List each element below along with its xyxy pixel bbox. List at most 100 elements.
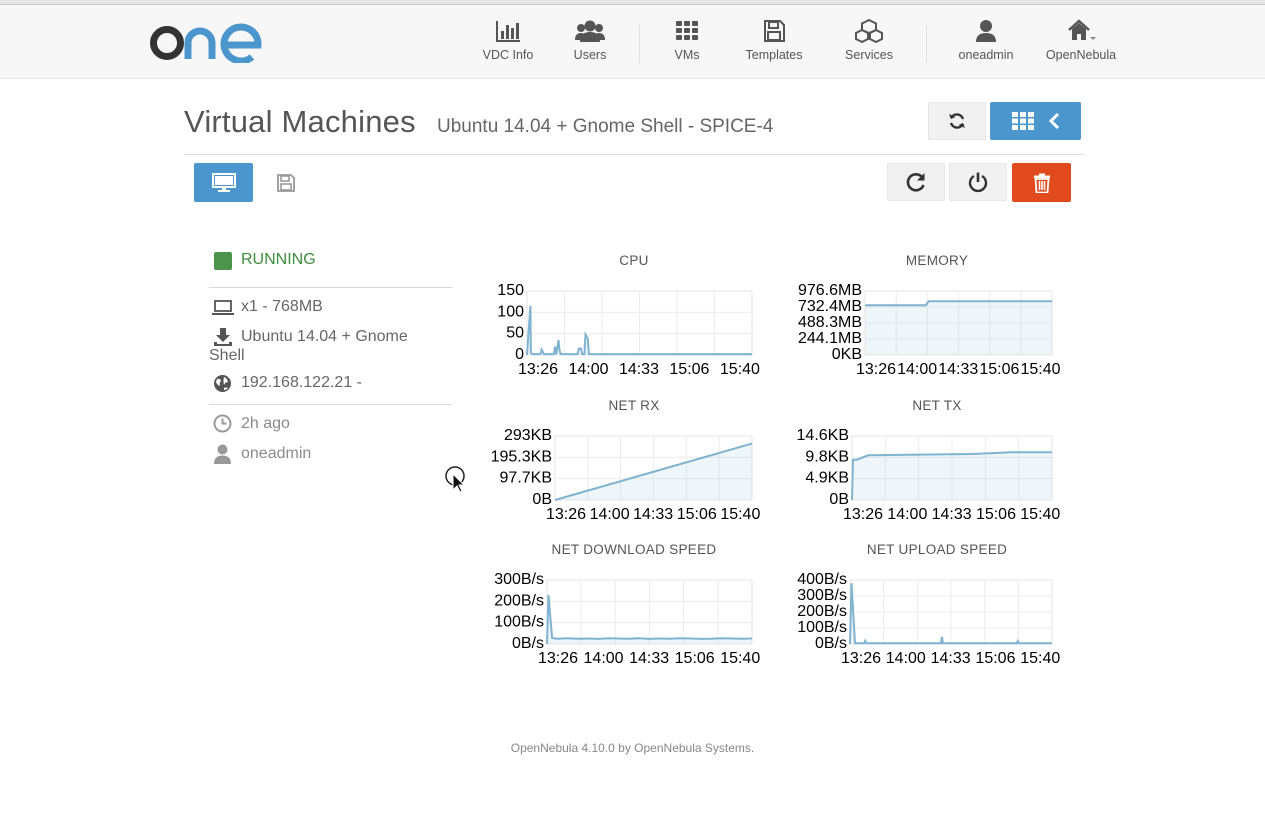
- y-tick-label: 400B/s: [797, 571, 847, 588]
- bar-chart-icon: [478, 19, 538, 43]
- reboot-button[interactable]: [887, 163, 945, 201]
- opennebula-logo[interactable]: [150, 19, 264, 63]
- chart-title-net-rx: NET RX: [608, 398, 660, 413]
- y-tick-label: 488.3MB: [798, 314, 862, 331]
- net-rx-chart: 293KB195.3KB97.7KB0B13:26 14:00 14:33 15:06…: [491, 427, 761, 523]
- cpu-chart: 15010050013:26 14:00 14:33 15:06 15:40: [497, 282, 760, 378]
- x-tick-label: 15:06: [979, 361, 1019, 378]
- cubes-icon: [842, 19, 896, 43]
- x-tick-label: 14:33: [629, 650, 669, 667]
- info-divider: [209, 404, 453, 405]
- series-area: [852, 452, 1052, 500]
- x-tick-label: 15:06: [669, 361, 709, 378]
- floppy-icon: [277, 174, 295, 192]
- x-tick-label: 15:40: [1020, 506, 1060, 523]
- x-tick-label: 13:26: [538, 650, 578, 667]
- y-tick-label: 150: [497, 282, 524, 299]
- y-tick-label: 9.8KB: [805, 448, 849, 465]
- console-button[interactable]: [194, 163, 253, 202]
- y-tick-label: 300B/s: [494, 571, 544, 588]
- vm-capacity: x1 - 768MB: [241, 298, 323, 315]
- y-tick-label: 195.3KB: [491, 448, 552, 465]
- home-icon: [1043, 19, 1119, 43]
- x-tick-label: 13:26: [856, 361, 896, 378]
- y-tick-label: 244.1MB: [798, 330, 862, 347]
- power-icon: [968, 172, 988, 193]
- x-tick-label: 15:40: [1020, 650, 1060, 667]
- y-tick-label: 50: [506, 325, 524, 342]
- vm-image-line2: Shell: [209, 347, 245, 364]
- y-tick-label: 100B/s: [797, 619, 847, 636]
- nav-label: Services: [845, 48, 893, 62]
- x-tick-label: 14:00: [584, 650, 624, 667]
- back-to-list-button[interactable]: [990, 102, 1081, 140]
- y-tick-label: 14.6KB: [797, 427, 849, 444]
- x-tick-label: 15:06: [976, 506, 1016, 523]
- y-tick-label: 100B/s: [494, 614, 544, 631]
- x-tick-label: 15:40: [720, 361, 760, 378]
- x-tick-label: 14:33: [932, 506, 972, 523]
- x-tick-label: 14:33: [938, 361, 978, 378]
- y-tick-label: 200B/s: [797, 603, 847, 620]
- nav-user-menu[interactable]: oneadmin: [953, 19, 1019, 69]
- delete-button[interactable]: [1012, 163, 1071, 202]
- chart-grid: [526, 290, 753, 356]
- vm-ip: 192.168.122.21 -: [241, 374, 362, 391]
- user-icon: [214, 444, 231, 464]
- nav-label: oneadmin: [958, 48, 1014, 62]
- x-tick-label: 15:40: [720, 650, 760, 667]
- nav-label: OpenNebula: [1045, 48, 1117, 62]
- nav-zone-menu[interactable]: OpenNebula: [1043, 19, 1119, 69]
- y-tick-label: 100: [497, 303, 524, 320]
- grid-icon: [667, 19, 707, 43]
- nav-label: VDC Info: [482, 48, 534, 62]
- x-tick-label: 14:00: [886, 650, 926, 667]
- net-upload-chart: 400B/s300B/s200B/s100B/s0B/s13:26 14:00 14…: [797, 571, 1060, 667]
- page-title: Virtual Machines: [184, 104, 416, 139]
- nav-label: VMs: [674, 48, 700, 62]
- monitor-icon: [211, 172, 236, 192]
- nav-templates[interactable]: Templates: [742, 19, 806, 69]
- x-tick-label: 14:00: [887, 506, 927, 523]
- power-button[interactable]: [949, 163, 1007, 201]
- globe-icon: [214, 375, 231, 392]
- x-tick-label: 13:26: [843, 506, 883, 523]
- y-tick-label: 732.4MB: [798, 298, 862, 315]
- chart-title-net-upload: NET UPLOAD SPEED: [866, 542, 1008, 557]
- x-tick-label: 13:26: [546, 506, 586, 523]
- x-tick-label: 13:26: [841, 650, 881, 667]
- x-tick-label: 15:06: [975, 650, 1015, 667]
- x-tick-label: 15:06: [677, 506, 717, 523]
- net-download-chart: 300B/s200B/s100B/s0B/s13:26 14:00 14:33 15:…: [494, 571, 760, 667]
- y-tick-label: 976.6MB: [798, 282, 862, 299]
- nav-services[interactable]: Services: [842, 19, 896, 69]
- x-tick-label: 13:26: [518, 361, 558, 378]
- top-navbar: VDC Info Users VMs Templates Services on…: [0, 5, 1265, 79]
- mouse-cursor: [445, 466, 466, 493]
- info-divider: [209, 287, 453, 288]
- x-tick-label: 14:33: [619, 361, 659, 378]
- chart-grid: [849, 579, 1053, 645]
- chart-grid: [546, 579, 753, 645]
- trash-icon: [1033, 173, 1050, 193]
- floppy-icon: [742, 19, 806, 43]
- refresh-button[interactable]: [928, 102, 986, 140]
- vm-name: Ubuntu 14.04 + Gnome Shell - SPICE-4: [437, 116, 774, 137]
- user-icon: [953, 19, 1019, 43]
- memory-chart: 976.6MB732.4MB488.3MB244.1MB0KB13:26 14:0…: [798, 282, 1061, 378]
- net-tx-chart: 14.6KB9.8KB4.9KB0B13:26 14:00 14:33 15:06 15…: [797, 427, 1061, 523]
- nav-vms[interactable]: VMs: [667, 19, 707, 69]
- y-tick-label: 200B/s: [494, 592, 544, 609]
- nav-vdc-info[interactable]: VDC Info: [478, 19, 538, 69]
- y-tick-label: 293KB: [504, 427, 552, 444]
- nav-users[interactable]: Users: [565, 19, 615, 69]
- users-icon: [565, 19, 615, 43]
- vm-age: 2h ago: [241, 415, 290, 432]
- clock-icon: [213, 414, 232, 433]
- series-area: [865, 301, 1052, 355]
- y-tick-label: 4.9KB: [805, 470, 849, 487]
- refresh-icon: [949, 113, 965, 129]
- vm-owner: oneadmin: [241, 445, 312, 462]
- x-tick-label: 14:33: [931, 650, 971, 667]
- save-as-template-button[interactable]: [270, 166, 302, 200]
